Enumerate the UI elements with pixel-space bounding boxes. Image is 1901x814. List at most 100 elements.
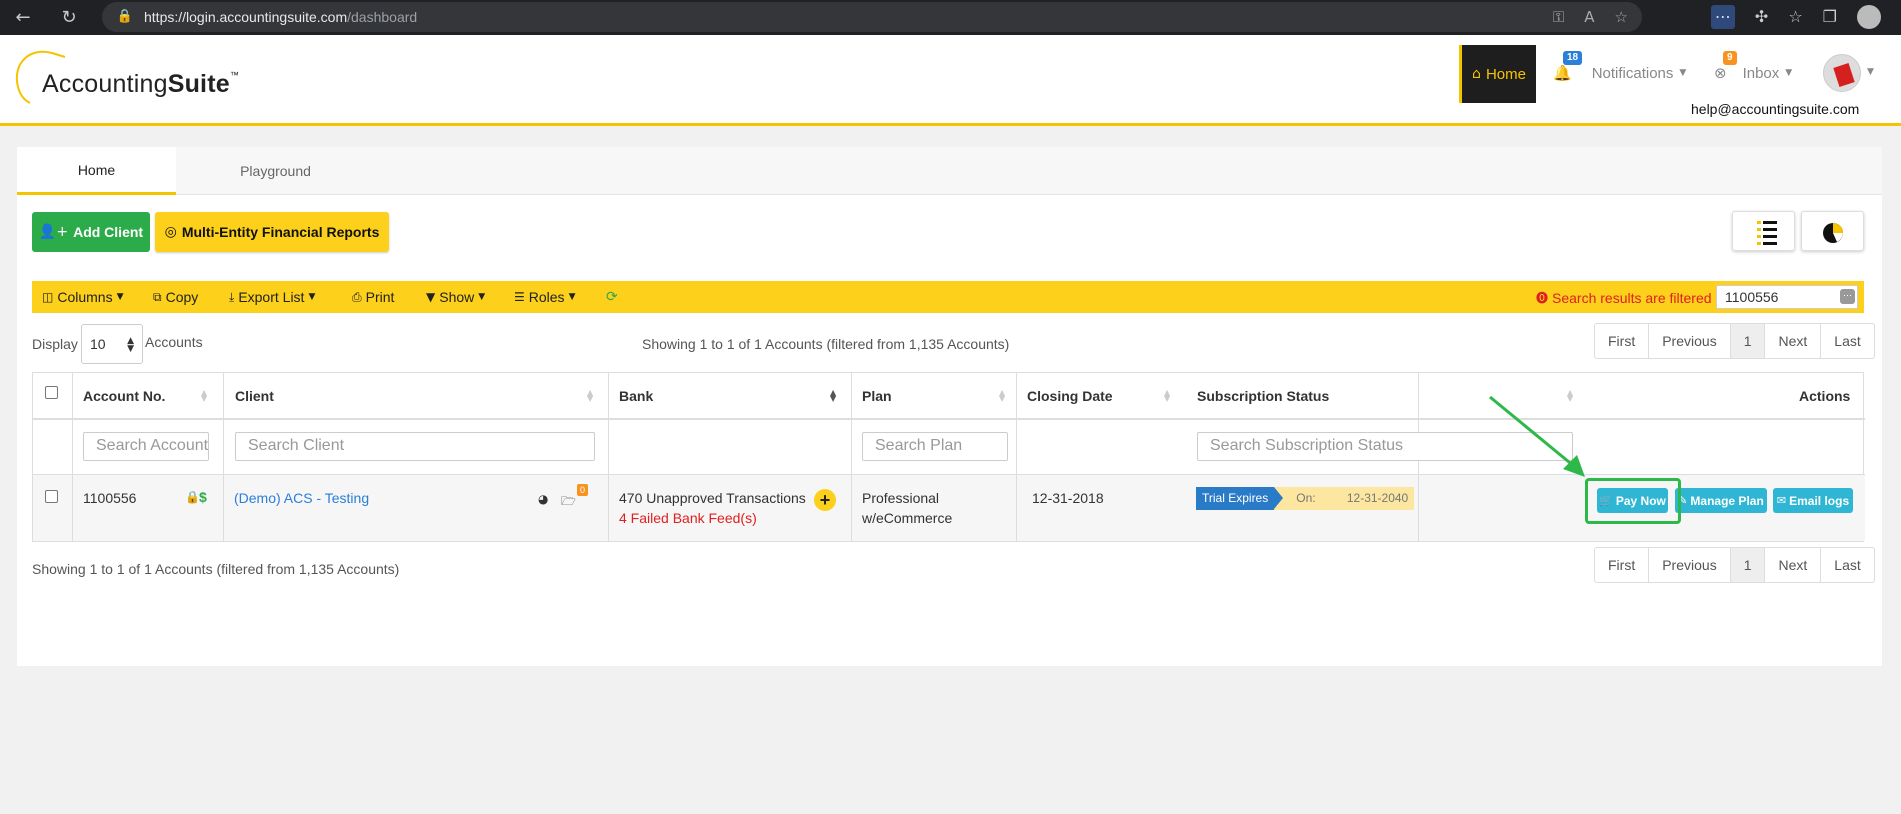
pie-chart-icon [1823,223,1843,243]
dollar-icon[interactable]: $ [199,489,207,505]
accountingsuite-logo[interactable]: AccountingSuite™ [10,45,240,105]
add-bank-icon[interactable]: + [814,489,836,511]
inbox-icon: ⊗ [1714,64,1727,82]
key-icon[interactable]: ⚿ [1553,6,1564,28]
multi-entity-reports-button[interactable]: ◎ Multi-Entity Financial Reports [155,212,389,252]
reload-icon[interactable]: ↻ [57,6,81,30]
help-email[interactable]: help@accountingsuite.com [1691,101,1859,117]
chevron-down-icon[interactable]: ▼ [1867,67,1874,77]
read-aloud-icon[interactable]: A [1584,6,1594,28]
documents-badge: 0 [577,484,589,496]
row-checkbox[interactable] [45,490,58,503]
home-icon: ⌂ [1472,66,1481,82]
avatar[interactable] [1823,54,1861,92]
showing-info-top: Showing 1 to 1 of 1 Accounts (filtered f… [642,336,1010,352]
failed-bank-feeds[interactable]: 4 Failed Bank Feed(s) [619,510,757,526]
manage-plan-button[interactable]: ✎ Manage Plan [1675,488,1767,513]
chevron-down-icon: ▼ [568,292,576,302]
sort-icon: ▲ ▼ [1164,388,1171,403]
browser-toolbar: ← ↻ 🔒 https://login.accountingsuite.com/… [0,0,1901,35]
search-plan-input[interactable]: Search Plan [862,432,1008,461]
url-text: https://login.accountingsuite.com/dashbo… [144,9,418,25]
pagination-top: First Previous 1 Next Last [1594,323,1875,359]
extension-icon[interactable]: ⋯ [1710,5,1735,29]
select-all-checkbox[interactable] [45,386,58,399]
table-toolbar: ◫ Columns ▼ ⧉ Copy ⤓ Export List ▼ ⎙ Print ▼ Sh… [32,281,1864,313]
alert-icon: ⓿ [1536,291,1549,305]
tab-home[interactable]: Home [17,147,176,195]
target-icon: ◎ [164,224,177,240]
refresh-button[interactable]: ⟳ [606,289,618,305]
columns-menu[interactable]: ◫ Columns ▼ [42,289,124,305]
profile-icon[interactable] [1857,5,1881,29]
folder-icon[interactable]: 🗁 [561,492,576,513]
page-first[interactable]: First [1595,324,1650,358]
search-account-input[interactable]: Search Account [83,432,209,461]
showing-info-bottom: Showing 1 to 1 of 1 Accounts (filtered f… [32,561,400,577]
print-button[interactable]: ⎙ Print [352,289,394,305]
columns-icon: ◫ [42,290,54,304]
trial-expiry-date: On: 12-31-2040 [1274,487,1415,510]
app-header: AccountingSuite™ ⌂ Home 🔔 Notifications … [0,35,1901,126]
page-current[interactable]: 1 [1730,548,1766,582]
more-icon[interactable]: ⋯ [1840,289,1855,304]
client-link[interactable]: (Demo) ACS - Testing [234,490,369,506]
tab-playground[interactable]: Playground [196,147,355,195]
search-client-input[interactable]: Search Client [235,432,595,461]
puzzle-icon[interactable]: ✣ [1755,5,1768,29]
email-logs-button[interactable]: ✉ Email logs [1773,488,1853,513]
export-list-menu[interactable]: ⤓ Export List ▼ [229,289,315,305]
address-bar[interactable]: 🔒 https://login.accountingsuite.com/dash… [102,2,1642,32]
copy-button[interactable]: ⧉ Copy [153,289,198,305]
account-number: 1100556 [83,490,137,506]
collections-icon[interactable]: ❐ [1823,5,1837,29]
roles-menu[interactable]: ☰ Roles ▼ [514,289,575,305]
download-icon: ⤓ [229,289,235,304]
bell-icon: 🔔 [1553,64,1572,82]
chart-view-button[interactable] [1801,211,1864,251]
header-account-no[interactable]: Account No. [83,388,165,404]
refresh-icon: ⟳ [606,289,618,305]
chevron-down-icon: ▼ [1785,68,1793,78]
page-previous[interactable]: Previous [1649,548,1731,582]
chevron-down-icon: ▼ [1679,68,1687,78]
page-last[interactable]: Last [1821,324,1873,358]
display-suffix: Accounts [145,334,203,350]
tab-bar: Home Playground [17,147,1882,195]
page-size-select[interactable]: 10 ▲ ▼ [81,324,143,364]
global-search-input[interactable]: 1100556 ⋯ [1716,285,1858,309]
header-bank[interactable]: Bank [619,388,653,404]
page-current[interactable]: 1 [1730,324,1766,358]
header-subscription-status[interactable]: Subscription Status [1197,388,1329,404]
favorite-add-icon[interactable]: ☆ [1615,6,1628,28]
page-next[interactable]: Next [1765,548,1822,582]
chevron-down-icon: ▼ [116,292,124,302]
nav-inbox[interactable]: ⊗ Inbox ▼ [1714,64,1792,82]
nav-home[interactable]: ⌂ Home [1459,45,1536,103]
show-menu[interactable]: ▼ Show ▼ [426,289,485,305]
favorites-icon[interactable]: ☆ [1788,5,1802,29]
list-view-icon [1757,221,1777,245]
sort-icon: ▲ ▼ [587,388,594,403]
status-badge: Trial Expires On: 12-31-2040 [1196,487,1415,510]
lock-icon: 🔒 [116,9,134,24]
unapproved-transactions: 470 Unapproved Transactions [619,490,806,506]
lock-icon: 🔒 [185,490,200,504]
header-closing-date[interactable]: Closing Date [1027,388,1113,404]
back-icon[interactable]: ← [11,6,35,30]
page-previous[interactable]: Previous [1649,324,1731,358]
header-client[interactable]: Client [235,388,274,404]
add-user-icon: 👤+ [38,224,69,240]
header-actions: Actions [1799,388,1851,404]
header-plan[interactable]: Plan [862,388,892,404]
display-label: Display [32,336,78,352]
nav-notifications[interactable]: 🔔 Notifications ▼ [1553,64,1686,82]
email-icon: ✉ [1776,494,1787,507]
page-last[interactable]: Last [1821,548,1873,582]
list-view-button[interactable] [1732,211,1795,251]
pie-chart-icon[interactable]: ◕ [538,492,548,506]
add-client-button[interactable]: 👤+ Add Client [32,212,150,252]
annotation-arrow-icon [1489,395,1585,477]
page-first[interactable]: First [1595,548,1650,582]
page-next[interactable]: Next [1765,324,1822,358]
